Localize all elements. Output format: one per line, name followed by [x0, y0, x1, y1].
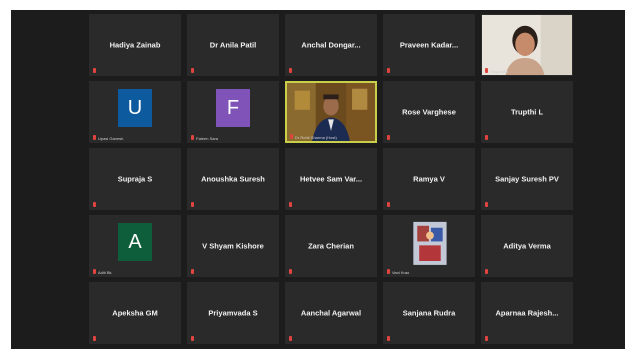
participant-name-tag: Sugandha: [490, 69, 509, 74]
participant-video: [482, 15, 572, 75]
participant-name-tag: Upasi Ganesh: [98, 136, 124, 141]
participant-tile[interactable]: Hadiya Zainab: [89, 14, 181, 76]
participant-tile[interactable]: V Shyam Kishore: [187, 215, 279, 277]
mic-muted-icon: [485, 336, 488, 341]
participant-tile[interactable]: Sanjana Rudra: [383, 282, 475, 344]
mic-muted-icon: [485, 269, 488, 274]
participant-tile[interactable]: Zara Cherian: [285, 215, 377, 277]
participant-tile[interactable]: Aditya Verma: [481, 215, 573, 277]
participant-name: Praveen Kadar...: [399, 40, 459, 50]
participant-tile[interactable]: Dr Rohit Sharma (Host): [285, 81, 377, 143]
mic-muted-icon: [387, 202, 390, 207]
participant-name: Aanchal Agarwal: [300, 308, 362, 318]
participant-tile[interactable]: Trupthi L: [481, 81, 573, 143]
mic-muted-icon: [289, 68, 292, 73]
mic-muted-icon: [191, 269, 194, 274]
participant-name: Anoushka Suresh: [201, 174, 265, 184]
mic-muted-icon: [387, 135, 390, 140]
mic-muted-icon: [93, 68, 96, 73]
participant-name: Aparnaa Rajesh...: [495, 308, 559, 318]
participant-name: Rose Varghese: [402, 107, 456, 117]
participant-name: Apeksha GM: [112, 308, 158, 318]
participant-name: Priyamvada S: [208, 308, 258, 318]
participant-name: Trupthi L: [510, 107, 544, 117]
participant-video: [287, 83, 375, 141]
participant-tile[interactable]: Anchal Dongar...: [285, 14, 377, 76]
mic-muted-icon: [191, 202, 194, 207]
participant-tile[interactable]: Supraja S: [89, 148, 181, 210]
mic-muted-icon: [191, 135, 194, 140]
mic-muted-icon: [485, 68, 488, 73]
mic-muted-icon: [93, 269, 96, 274]
mic-muted-icon: [387, 68, 390, 73]
mic-muted-icon: [387, 336, 390, 341]
meeting-window: Hadiya Zainab Dr Anila Patil Anchal Dongar…: [11, 10, 625, 349]
participant-tile[interactable]: Dr Anila Patil: [187, 14, 279, 76]
participant-name-tag: Vani Krao: [392, 270, 410, 275]
mic-muted-icon: [290, 134, 293, 139]
participant-name: Zara Cherian: [308, 241, 354, 251]
mic-muted-icon: [93, 336, 96, 341]
participant-name: Sanjay Suresh PV: [495, 174, 559, 184]
mic-muted-icon: [93, 135, 96, 140]
participant-tile[interactable]: Hetvee Sam Var...: [285, 148, 377, 210]
participant-name: Aditya Verma: [503, 241, 551, 251]
mic-muted-icon: [289, 269, 292, 274]
mic-muted-icon: [93, 202, 96, 207]
participant-name-tag: Aditi Bk: [98, 270, 112, 275]
mic-muted-icon: [191, 336, 194, 341]
participant-name: Supraja S: [117, 174, 153, 184]
participant-tile[interactable]: U Upasi Ganesh: [89, 81, 181, 143]
avatar: U: [118, 89, 152, 127]
avatar: F: [216, 89, 250, 127]
participant-tile[interactable]: Sugandha: [481, 14, 573, 76]
participant-tile[interactable]: Vani Krao: [383, 215, 475, 277]
mic-muted-icon: [485, 202, 488, 207]
avatar: A: [118, 223, 152, 261]
participant-name: Hadiya Zainab: [109, 40, 161, 50]
participant-video: [384, 216, 474, 276]
participant-tile[interactable]: F Fateen Sara: [187, 81, 279, 143]
participant-tile[interactable]: Aanchal Agarwal: [285, 282, 377, 344]
mic-muted-icon: [289, 202, 292, 207]
participant-name-tag: Dr Rohit Sharma (Host): [295, 135, 337, 140]
participant-name: V Shyam Kishore: [202, 241, 264, 251]
mic-muted-icon: [289, 336, 292, 341]
participant-name: Anchal Dongar...: [301, 40, 361, 50]
participant-tile[interactable]: Sanjay Suresh PV: [481, 148, 573, 210]
participant-name: Dr Anila Patil: [209, 40, 257, 50]
participant-tile[interactable]: Priyamvada S: [187, 282, 279, 344]
participant-name: Hetvee Sam Var...: [299, 174, 363, 184]
participant-name-tag: Fateen Sara: [196, 136, 219, 141]
participant-tile[interactable]: Anoushka Suresh: [187, 148, 279, 210]
participant-tile[interactable]: Praveen Kadar...: [383, 14, 475, 76]
participant-name: Ramya V: [413, 174, 445, 184]
participant-tile[interactable]: Ramya V: [383, 148, 475, 210]
participant-tile[interactable]: Apeksha GM: [89, 282, 181, 344]
participant-tile[interactable]: A Aditi Bk: [89, 215, 181, 277]
participant-grid: Hadiya Zainab Dr Anila Patil Anchal Dongar…: [89, 14, 573, 344]
mic-muted-icon: [387, 269, 390, 274]
mic-muted-icon: [485, 135, 488, 140]
mic-muted-icon: [191, 68, 194, 73]
participant-tile[interactable]: Aparnaa Rajesh...: [481, 282, 573, 344]
participant-name: Sanjana Rudra: [402, 308, 456, 318]
participant-tile[interactable]: Rose Varghese: [383, 81, 475, 143]
